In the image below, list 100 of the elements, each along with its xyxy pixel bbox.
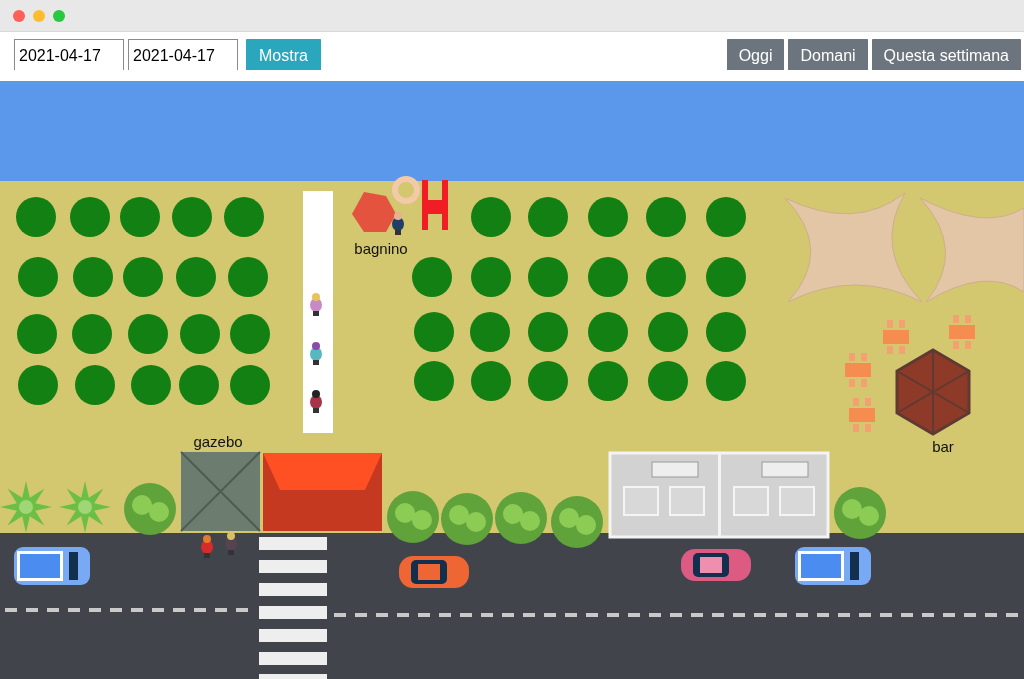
show-button[interactable]: Mostra [246,39,321,70]
umbrella-spot[interactable] [588,197,628,237]
umbrella-spot[interactable] [123,257,163,297]
umbrella-spot[interactable] [73,257,113,297]
lane-marking [110,608,122,612]
date-field[interactable]: 2021-04-17 [14,39,124,70]
lane-marking [334,613,346,617]
umbrella-spot[interactable] [646,257,686,297]
umbrella-spot[interactable] [528,312,568,352]
table-with-chairs-icon [883,320,909,354]
car-drawing [399,556,469,588]
lane-marking [460,613,472,617]
umbrella-spot[interactable] [72,314,112,354]
lane-marking [691,613,703,617]
umbrella-spot[interactable] [648,361,688,401]
lane-marking [89,608,101,612]
umbrella-spot[interactable] [18,365,58,405]
lane-marking [5,608,17,612]
umbrella-spot[interactable] [75,365,115,405]
umbrella-spot[interactable] [128,314,168,354]
person-icon [310,293,322,316]
umbrella-spot[interactable] [16,197,56,237]
umbrella-spot[interactable] [471,257,511,297]
umbrella-spot[interactable] [230,314,270,354]
lane-marking [607,613,619,617]
plant-icon [551,496,603,548]
umbrella-spot[interactable] [230,365,270,405]
lane-marking [964,613,976,617]
lifeguard-chair-icon [422,180,448,230]
lane-marking [68,608,80,612]
person-icon [310,342,322,365]
table-with-chairs-icon [849,398,875,432]
umbrella-spot[interactable] [706,257,746,297]
umbrella-spot[interactable] [224,197,264,237]
lane-marking [796,613,808,617]
plant-icon [441,493,493,545]
lane-marking [194,608,206,612]
quick-range-button[interactable]: Oggi [726,39,785,70]
umbrella-spot[interactable] [179,365,219,405]
lane-marking [236,608,248,612]
umbrella-spot[interactable] [646,197,686,237]
umbrella-spot[interactable] [706,361,746,401]
plant-icon [59,481,111,533]
umbrella-spot[interactable] [70,197,110,237]
lane-marking [439,613,451,617]
umbrella-spot[interactable] [414,312,454,352]
umbrella-spot[interactable] [588,312,628,352]
umbrella-spot[interactable] [414,361,454,401]
lane-marking [859,613,871,617]
lane-marking [502,613,514,617]
umbrella-spot[interactable] [120,197,160,237]
lane-marking [544,613,556,617]
lane-marking [586,613,598,617]
umbrella-spot[interactable] [17,314,57,354]
umbrella-spot[interactable] [648,312,688,352]
umbrella-spot[interactable] [588,361,628,401]
lane-marking [1006,613,1018,617]
person-icon [392,212,404,235]
umbrella-spot[interactable] [588,257,628,297]
umbrella-spot[interactable] [528,257,568,297]
lane-marking [418,613,430,617]
map-label: gazebo [193,433,243,450]
umbrella-spot[interactable] [228,257,268,297]
zoom-button[interactable] [53,9,65,22]
umbrella-spot[interactable] [180,314,220,354]
lane-marking [817,613,829,617]
umbrella-spot[interactable] [471,197,511,237]
lane-marking [131,608,143,612]
table-with-chairs-icon [949,315,975,349]
plant-icon [387,491,439,543]
umbrella-spot[interactable] [176,257,216,297]
umbrella-spot[interactable] [412,257,452,297]
lifebuoy-icon [392,176,420,204]
umbrella-spot[interactable] [706,312,746,352]
table-with-chairs-icon [845,353,871,387]
quick-range-button[interactable]: Domani [788,39,868,70]
umbrella-spot[interactable] [470,312,510,352]
map-label: bagnino [354,240,408,257]
lane-marking [649,613,661,617]
lane-marking [481,613,493,617]
plant-icon [495,492,547,544]
lane-marking [397,613,409,617]
umbrella-spot[interactable] [471,361,511,401]
person-icon [201,535,213,558]
lane-marking [215,608,227,612]
umbrella-spot[interactable] [528,197,568,237]
lane-marking [733,613,745,617]
lane-marking [628,613,640,617]
date-field[interactable]: 2021-04-17 [128,39,238,70]
close-button[interactable] [13,9,25,22]
umbrella-spot[interactable] [18,257,58,297]
quick-range-button[interactable]: Questa settimana [871,39,1021,70]
lane-marking [376,613,388,617]
umbrella-spot[interactable] [528,361,568,401]
umbrella-spot[interactable] [131,365,171,405]
umbrella-spot[interactable] [172,197,212,237]
lane-marking [922,613,934,617]
umbrella-spot[interactable] [706,197,746,237]
plant-icon [124,483,176,535]
lane-marking [880,613,892,617]
